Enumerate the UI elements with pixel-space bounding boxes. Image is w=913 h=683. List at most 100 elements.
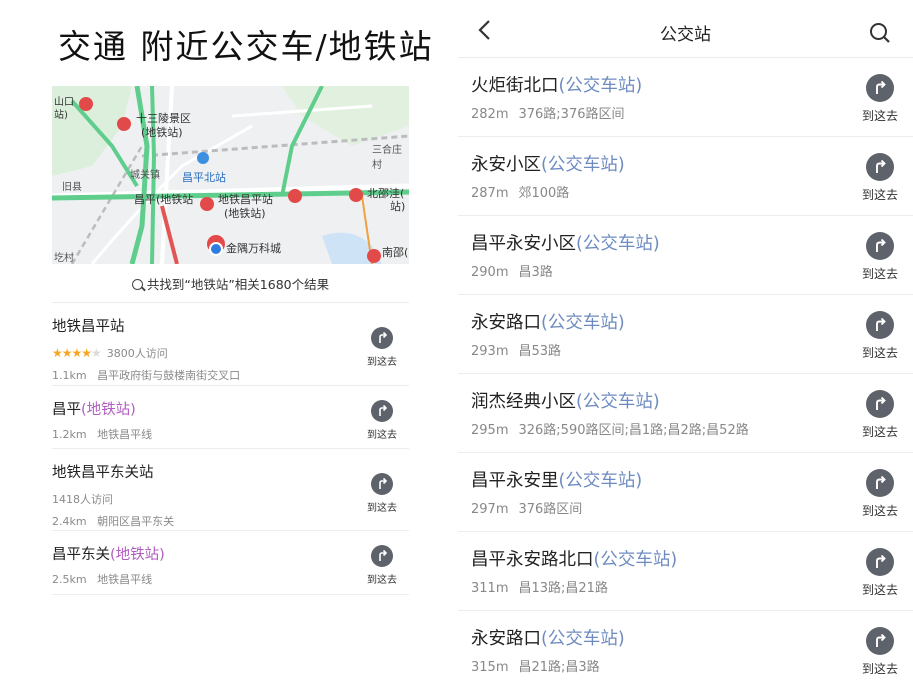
stop-type-tag: (公交车站)	[593, 550, 678, 570]
map-view[interactable]: 山口 站) 十三陵景区 (地铁站) 城关镇 昌平北站 昌平(地铁站 地铁昌平站 …	[52, 86, 409, 264]
search-icon	[131, 279, 143, 290]
stop-type-tag: (公交车站)	[541, 629, 625, 649]
map-label: 昌平北站	[182, 171, 226, 184]
map-canvas	[52, 86, 409, 264]
map-label: 旧县	[62, 182, 82, 193]
stop-lines: 376路区间	[518, 502, 583, 517]
go-here-button[interactable]: 到这去	[857, 548, 903, 598]
search-summary-text: 共找到“地铁站”相关1680个结果	[146, 277, 330, 292]
stop-lines: 昌13路;昌21路	[518, 581, 608, 596]
search-button[interactable]	[869, 22, 891, 44]
stop-lines: 376路;376路区间	[518, 107, 625, 122]
stop-distance: 295m	[471, 423, 509, 438]
stop-name: 永安小区	[471, 155, 541, 175]
map-label: 站)	[54, 110, 68, 121]
turn-right-icon	[866, 311, 894, 339]
go-here-button[interactable]: 到这去	[857, 153, 903, 203]
bus-stop-row[interactable]: 润杰经典小区(公交车站) 295m 326路;590路区间;昌1路;昌2路;昌52路…	[458, 374, 913, 453]
result-distance: 1.2km	[52, 428, 87, 441]
result-detail: 昌平政府街与鼓楼南街交叉口	[97, 369, 241, 382]
list-item[interactable]: 昌平(地铁站) 1.2km 地铁昌平线 到这去	[52, 398, 409, 442]
stop-lines: 326路;590路区间;昌1路;昌2路;昌52路	[518, 423, 749, 438]
go-here-button[interactable]: 到这去	[857, 469, 903, 519]
result-name: 昌平	[52, 402, 81, 418]
map-label: (地铁站)	[141, 126, 183, 139]
stop-type-tag: (公交车站)	[576, 392, 660, 412]
go-here-button[interactable]: 到这去	[362, 473, 402, 514]
search-summary: 共找到“地铁站”相关1680个结果	[52, 274, 409, 293]
turn-right-icon	[866, 153, 894, 181]
bus-stop-row[interactable]: 火炬街北口(公交车站) 282m 376路;376路区间 到这去	[458, 58, 913, 137]
stop-name: 润杰经典小区	[471, 392, 576, 412]
result-detail: 朝阳区昌平东关	[97, 515, 175, 528]
go-here-label: 到这去	[861, 188, 898, 202]
result-visits: 3800人访问	[106, 347, 168, 360]
map-label: 三合庄村	[372, 145, 402, 171]
bus-stop-row[interactable]: 昌平永安路北口(公交车站) 311m 昌13路;昌21路 到这去	[458, 532, 913, 611]
stop-type-tag: (公交车站)	[558, 76, 643, 96]
stop-name: 昌平永安里	[471, 471, 559, 491]
bus-stop-row[interactable]: 昌平永安里(公交车站) 297m 376路区间 到这去	[458, 453, 913, 532]
go-here-label: 到这去	[861, 109, 898, 123]
stop-distance: 297m	[471, 502, 509, 517]
turn-right-icon	[866, 469, 894, 497]
go-here-button[interactable]: 到这去	[362, 545, 402, 586]
turn-right-icon	[866, 232, 894, 260]
map-label: 金隅万科城	[226, 242, 281, 255]
bus-stop-row[interactable]: 昌平永安小区(公交车站) 290m 昌3路 到这去	[458, 216, 913, 295]
result-distance: 2.4km	[52, 515, 87, 528]
go-here-label: 到这去	[367, 503, 397, 514]
map-label: 城关镇	[130, 170, 160, 181]
stop-type-tag: (公交车站)	[558, 471, 643, 491]
turn-right-icon	[866, 74, 894, 102]
go-here-button[interactable]: 到这去	[362, 400, 402, 441]
bus-stop-row[interactable]: 永安小区(公交车站) 287m 郊100路 到这去	[458, 137, 913, 216]
page-title: 交通 附近公交车/地铁站	[58, 27, 434, 66]
left-panel: 交通 附近公交车/地铁站 山口 站) 十三陵景区 (地铁站) 城关镇 昌平北站 …	[0, 0, 458, 683]
result-visits: 1418人访问	[52, 493, 113, 506]
go-here-label: 到这去	[861, 425, 898, 439]
go-here-button[interactable]: 到这去	[857, 390, 903, 440]
go-here-button[interactable]: 到这去	[857, 627, 903, 677]
go-here-button[interactable]: 到这去	[362, 327, 402, 368]
divider	[52, 302, 409, 303]
bus-stop-row[interactable]: 永安路口(公交车站) 293m 昌53路 到这去	[458, 295, 913, 374]
result-name: 地铁昌平站	[52, 319, 125, 335]
search-icon	[870, 23, 890, 43]
stop-lines: 昌53路	[518, 344, 562, 359]
divider	[52, 385, 409, 386]
stop-name: 永安路口	[471, 629, 541, 649]
divider	[52, 530, 409, 531]
page-title: 公交站	[660, 25, 711, 45]
list-item[interactable]: 昌平东关(地铁站) 2.5km 地铁昌平线 到这去	[52, 543, 409, 587]
stop-distance: 290m	[471, 265, 509, 280]
stop-name: 昌平永安路北口	[471, 550, 594, 570]
stop-lines: 郊100路	[518, 186, 570, 201]
turn-right-icon	[866, 627, 894, 655]
result-tag: (地铁站)	[110, 547, 165, 563]
go-here-label: 到这去	[861, 583, 898, 597]
stop-lines: 昌3路	[518, 265, 553, 280]
go-here-label: 到这去	[367, 575, 397, 586]
nav-header: 公交站	[458, 0, 913, 58]
turn-right-icon	[371, 545, 393, 567]
turn-right-icon	[371, 327, 393, 349]
map-label: (地铁站)	[224, 207, 266, 220]
go-here-button[interactable]: 到这去	[857, 74, 903, 124]
stop-distance: 315m	[471, 660, 509, 675]
list-item[interactable]: 地铁昌平站 ★★★★★ 3800人访问 1.1km 昌平政府街与鼓楼南街交叉口 到…	[52, 315, 409, 383]
stop-name: 火炬街北口	[471, 76, 559, 96]
stop-type-tag: (公交车站)	[541, 313, 625, 333]
go-here-button[interactable]: 到这去	[857, 232, 903, 282]
go-here-label: 到这去	[861, 504, 898, 518]
bus-stop-row[interactable]: 永安路口(公交车站) 315m 昌21路;昌3路 到这去	[458, 611, 913, 683]
stop-distance: 311m	[471, 581, 509, 596]
go-here-button[interactable]: 到这去	[857, 311, 903, 361]
turn-right-icon	[866, 548, 894, 576]
right-panel: 公交站 火炬街北口(公交车站) 282m 376路;376路区间 到这去 永安小区(公交…	[458, 0, 913, 683]
divider	[52, 448, 409, 449]
list-item[interactable]: 地铁昌平东关站 1418人访问 2.4km 朝阳区昌平东关 到这去	[52, 461, 409, 529]
stop-type-tag: (公交车站)	[541, 155, 625, 175]
stop-distance: 287m	[471, 186, 509, 201]
divider	[52, 594, 409, 595]
